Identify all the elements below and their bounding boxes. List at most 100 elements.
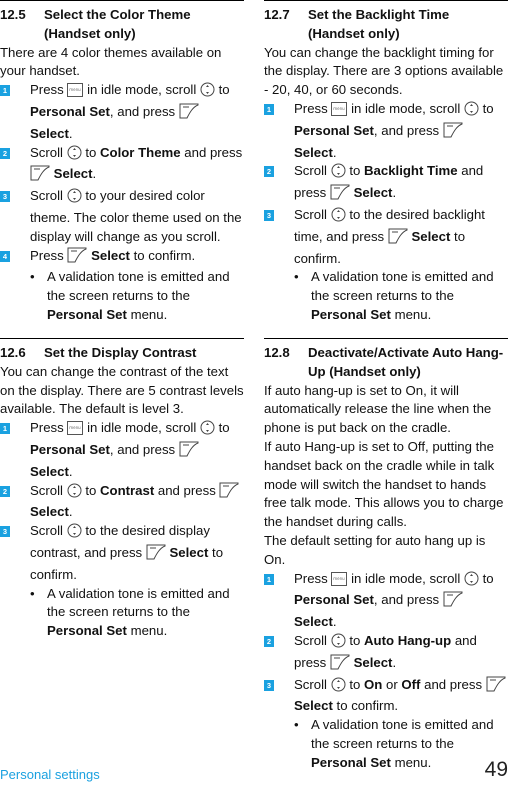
step-text: Press [30,82,64,98]
step-list: 1 Press menu in idle mode, scroll to Per… [0,419,244,584]
step-text: Press [294,570,328,586]
bullet-text: menu. [394,306,432,322]
step-item: 3 Scroll to the desired backlight time, … [264,206,508,268]
step-item: 2 Scroll to Color Theme and press Select… [0,144,244,188]
step-item: 3 Scroll to On or Off and press Select t… [264,676,508,717]
softkey-label: Select [91,247,130,263]
section-divider [0,0,244,1]
step-badge: 2 [0,147,10,159]
svg-text:menu: menu [334,576,346,581]
step-text: in idle mode, scroll [351,100,461,116]
softkey-label: Select [353,654,393,670]
step-text: to [349,163,361,179]
step-text: to [349,676,361,692]
section-title: Set the Display Contrast [44,345,197,360]
navigation-key-icon [200,420,215,441]
bullet-dot: • [30,585,35,601]
step-text: Scroll [30,144,63,160]
step-text: to confirm. [336,698,399,714]
section-title: Set the Backlight Time (Handset only) [308,7,450,41]
step-text: . [68,504,73,520]
navigation-key-icon [67,188,82,209]
left-softkey-icon [219,482,239,504]
step-text: to [482,100,494,116]
navigation-key-icon [67,483,82,504]
section-title: Deactivate/Activate Auto Hang-Up (Handse… [308,345,504,379]
step-text: , and press [373,592,440,608]
softkey-label: Select [30,463,69,479]
step-item: 1 Press menu in idle mode, scroll to Per… [264,570,508,632]
step-text: and press [424,676,483,692]
softkey-label: Select [30,504,69,520]
section-intro: There are 4 color themes available on yo… [0,44,222,79]
svg-text:menu: menu [334,106,346,111]
option-name: Off [401,676,421,692]
step-text: . [392,185,397,201]
step-text: in idle mode, scroll [351,570,461,586]
left-softkey-icon [330,654,350,676]
step-badge: 2 [264,166,274,178]
step-item: 2 Scroll to Auto Hang-up and press Selec… [264,632,508,676]
footer-section-name: Personal settings [0,767,100,782]
bullet-dot: • [294,269,299,285]
section-heading: 12.8 Deactivate/Activate Auto Hang-Up (H… [264,344,508,382]
step-text: in idle mode, scroll [87,420,197,436]
left-softkey-icon [179,441,199,463]
step-list: 1 Press menu in idle mode, scroll to Per… [264,100,508,268]
section-divider [0,338,244,339]
step-text: . [68,125,73,141]
step-item: 1 Press menu in idle mode, scroll to Per… [0,81,244,143]
step-badge: 1 [264,573,274,585]
step-text: or [386,676,398,692]
bullet-text: A validation tone is emitted and the scr… [311,717,494,751]
softkey-label: Select [169,544,209,560]
step-badge: 1 [264,103,274,115]
bullet-text: menu. [130,623,168,639]
step-badge: 2 [264,635,274,647]
step-badge: 3 [264,209,274,221]
step-text: in idle mode, scroll [87,82,197,98]
bullet-note: • A validation tone is emitted and the s… [30,585,244,641]
softkey-label: Select [353,185,393,201]
navigation-key-icon [200,82,215,103]
section-intro: If auto Hang-up is set to Off, putting t… [264,438,504,530]
step-item: 2 Scroll to Contrast and press Select. [0,482,244,523]
section-intro: You can change the contrast of the text … [0,363,244,417]
section-number: 12.5 [0,7,26,22]
menu-item-name: Personal Set [294,122,374,138]
step-text: and press [184,144,243,160]
bullet-dot: • [294,717,299,733]
section-number: 12.8 [264,345,290,360]
left-softkey-icon [443,122,463,144]
step-badge: 1 [0,423,10,435]
section-number: 12.7 [264,7,290,22]
left-softkey-icon [330,184,350,206]
bullet-text: A validation tone is emitted and the scr… [311,269,494,304]
step-badge: 3 [0,191,10,203]
page-number: 49 [484,758,508,781]
navigation-key-icon [331,207,346,228]
section-divider [264,338,508,339]
step-item: 4 Press Select to confirm. [0,247,244,269]
softkey-label: Select [294,698,333,714]
bullet-text: A validation tone is emitted and the scr… [47,269,230,304]
step-text: Scroll [294,632,327,648]
step-badge: 2 [0,485,10,497]
step-text: Press [294,100,328,116]
menu-item-name: Personal Set [47,306,127,322]
step-text: Scroll [30,188,63,204]
step-list: 1 Press menu in idle mode, scroll to Per… [0,81,244,268]
svg-text:menu: menu [70,425,82,430]
menu-item-name: Personal Set [311,306,391,322]
navigation-key-icon [464,101,479,122]
left-softkey-icon [67,247,87,269]
menu-item-name: Backlight Time [364,163,458,179]
step-text: to [85,144,97,160]
step-text: Scroll [30,523,63,539]
step-text: Scroll [294,163,327,179]
left-softkey-icon [179,103,199,125]
navigation-key-icon [331,163,346,184]
menu-key-icon: menu [331,571,348,592]
step-badge: 3 [264,679,274,691]
section-12-5: 12.5 Select the Color Theme (Handset onl… [0,0,244,325]
